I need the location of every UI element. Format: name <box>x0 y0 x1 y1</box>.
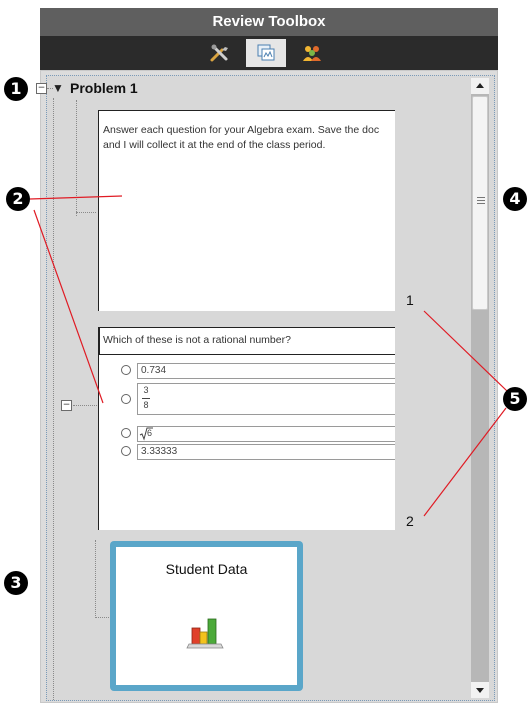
tree-line <box>95 540 96 618</box>
fraction-denominator: 8 <box>143 400 149 410</box>
radio-button[interactable] <box>121 365 131 375</box>
tree-line <box>76 100 77 216</box>
tree-line <box>53 98 54 700</box>
grip-line <box>477 197 485 198</box>
choice-root: 6 <box>137 426 395 442</box>
grip-line <box>477 200 485 201</box>
tab-class[interactable] <box>292 39 332 67</box>
bar-chart-icon <box>186 618 224 649</box>
fraction-bar <box>142 398 150 399</box>
arrow-down-icon <box>476 688 484 693</box>
vertical-scrollbar[interactable] <box>471 78 489 698</box>
scroll-up-button[interactable] <box>471 78 489 94</box>
question-text: Which of these is not a rational number? <box>103 334 291 346</box>
fraction-numerator: 3 <box>143 385 149 395</box>
student-data-title: Student Data <box>165 561 248 577</box>
tree-line <box>73 405 97 406</box>
callout-4: 4 <box>503 187 527 211</box>
disclosure-triangle-icon[interactable]: ▼ <box>52 81 64 95</box>
choice-value: 0.734 <box>137 363 395 379</box>
page1-instructions: Answer each question for your Algebra ex… <box>103 124 380 151</box>
tools-icon <box>210 44 228 62</box>
page2-collapse-toggle[interactable]: − <box>61 400 72 411</box>
page-number-2: 2 <box>406 513 414 529</box>
page-number-1: 1 <box>406 292 414 308</box>
grip-line <box>477 203 485 204</box>
student-data-card-body: Student Data <box>116 547 297 685</box>
choice-fraction: 3 8 <box>137 383 395 415</box>
radicand: 6 <box>147 428 153 438</box>
student-data-card[interactable]: Student Data <box>110 541 303 691</box>
choice-value: 3.33333 <box>137 444 395 460</box>
radio-button[interactable] <box>121 394 131 404</box>
callout-2: 2 <box>6 187 30 211</box>
scrollbar-thumb[interactable] <box>472 96 488 310</box>
review-toolbox-title: Review Toolbox <box>40 8 498 36</box>
tree-line <box>95 617 109 618</box>
callout-1: 1 <box>4 77 28 101</box>
tree-line <box>76 212 96 213</box>
class-icon <box>303 46 321 61</box>
arrow-up-icon <box>476 83 484 88</box>
problem-title: Problem 1 <box>70 80 138 96</box>
callout-3: 3 <box>4 571 28 595</box>
page-thumbnail-2[interactable]: Which of these is not a rational number?… <box>98 327 395 530</box>
tab-pages[interactable] <box>246 39 286 67</box>
scroll-down-button[interactable] <box>471 682 489 698</box>
question-box: Which of these is not a rational number? <box>99 327 395 355</box>
problem-collapse-toggle[interactable]: − <box>36 83 47 94</box>
radio-button[interactable] <box>121 428 131 438</box>
callout-5: 5 <box>503 387 527 411</box>
pages-icon <box>257 44 275 61</box>
tab-tools[interactable] <box>200 39 240 67</box>
radio-button[interactable] <box>121 446 131 456</box>
toolbox-tabstrip <box>40 36 498 70</box>
page-thumbnail-1[interactable]: Answer each question for your Algebra ex… <box>98 110 395 311</box>
